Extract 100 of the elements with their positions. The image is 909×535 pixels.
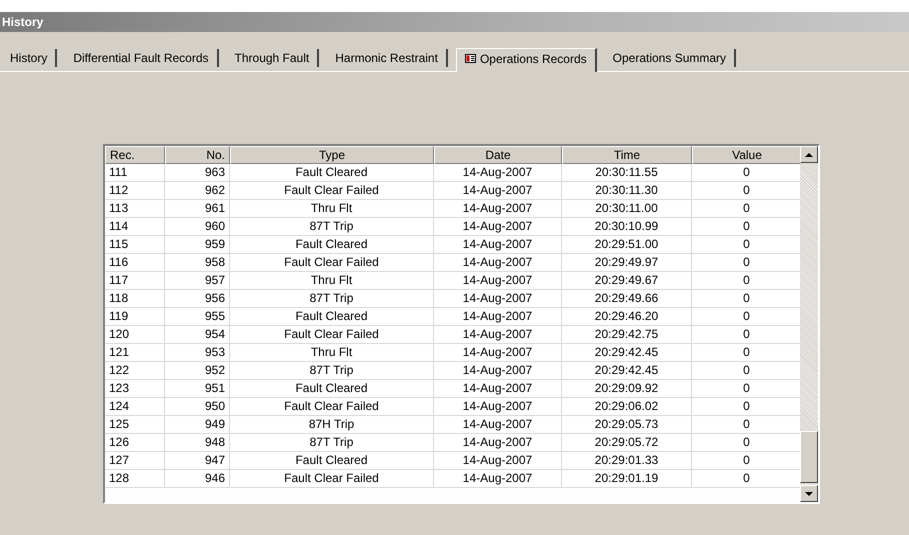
- table-cell: 14-Aug-2007: [434, 362, 562, 379]
- table-cell: 126: [105, 434, 165, 451]
- table-cell: 14-Aug-2007: [434, 290, 562, 307]
- table-cell: 20:30:11.00: [562, 200, 692, 217]
- table-cell: 128: [105, 470, 165, 487]
- table-cell: 87T Trip: [230, 362, 434, 379]
- table-cell: 14-Aug-2007: [434, 164, 562, 181]
- table-cell: 963: [165, 164, 230, 181]
- table-cell: 87H Trip: [230, 416, 434, 433]
- table-cell: Fault Cleared: [230, 452, 434, 469]
- table-cell: 946: [165, 470, 230, 487]
- table-cell: 955: [165, 308, 230, 325]
- table-cell: Fault Clear Failed: [230, 470, 434, 487]
- table-cell: 14-Aug-2007: [434, 452, 562, 469]
- table-cell: 114: [105, 218, 165, 235]
- table-cell: 120: [105, 326, 165, 343]
- table-cell: 20:29:42.75: [562, 326, 692, 343]
- scroll-down-button[interactable]: [800, 485, 818, 502]
- table-cell: 111: [105, 164, 165, 181]
- table-cell: 14-Aug-2007: [434, 398, 562, 415]
- table-cell: 950: [165, 398, 230, 415]
- table-cell: Fault Clear Failed: [230, 182, 434, 199]
- table-cell: Fault Clear Failed: [230, 254, 434, 271]
- table-cell: 953: [165, 344, 230, 361]
- table-cell: 20:29:46.20: [562, 308, 692, 325]
- column-header[interactable]: Value: [692, 146, 800, 164]
- column-header[interactable]: Time: [562, 146, 692, 164]
- table-cell: 947: [165, 452, 230, 469]
- table-cell: 20:29:49.67: [562, 272, 692, 289]
- scroll-thumb[interactable]: [800, 431, 818, 483]
- table-cell: 14-Aug-2007: [434, 272, 562, 289]
- table-cell: 87T Trip: [230, 218, 434, 235]
- table-cell: Fault Cleared: [230, 164, 434, 181]
- table-cell: 87T Trip: [230, 290, 434, 307]
- table-cell: 20:29:09.92: [562, 380, 692, 397]
- table-cell: 20:29:49.97: [562, 254, 692, 271]
- table-cell: 958: [165, 254, 230, 271]
- table-cell: Thru Flt: [230, 272, 434, 289]
- table-cell: Fault Clear Failed: [230, 326, 434, 343]
- table-cell: 121: [105, 344, 165, 361]
- tab[interactable]: History: [10, 49, 58, 67]
- table-cell: Thru Flt: [230, 200, 434, 217]
- table-cell: 20:29:05.72: [562, 434, 692, 451]
- table-cell: 119: [105, 308, 165, 325]
- table-cell: 14-Aug-2007: [434, 434, 562, 451]
- table-cell: 14-Aug-2007: [434, 200, 562, 217]
- table-cell: 954: [165, 326, 230, 343]
- table-cell: 961: [165, 200, 230, 217]
- table-cell: 115: [105, 236, 165, 253]
- tab[interactable]: Operations Summary: [604, 49, 736, 67]
- table-cell: Fault Cleared: [230, 380, 434, 397]
- table-cell: 87T Trip: [230, 434, 434, 451]
- table-cell: 20:29:51.00: [562, 236, 692, 253]
- table-cell: 125: [105, 416, 165, 433]
- table-icon: [464, 54, 476, 63]
- table-cell: 20:29:01.19: [562, 470, 692, 487]
- table-cell: 14-Aug-2007: [434, 218, 562, 235]
- scroll-bar[interactable]: [800, 146, 818, 502]
- table-cell: 948: [165, 434, 230, 451]
- table-cell: 14-Aug-2007: [434, 254, 562, 271]
- table-cell: 949: [165, 416, 230, 433]
- table-cell: Fault Cleared: [230, 308, 434, 325]
- table-cell: 122: [105, 362, 165, 379]
- table-cell: 20:29:06.02: [562, 398, 692, 415]
- tab[interactable]: Differential Fault Records: [65, 49, 219, 67]
- table-cell: 113: [105, 200, 165, 217]
- table-cell: 14-Aug-2007: [434, 380, 562, 397]
- table-cell: 962: [165, 182, 230, 199]
- column-header[interactable]: Type: [230, 146, 434, 164]
- table-cell: 20:30:11.30: [562, 182, 692, 199]
- table-cell: 20:29:42.45: [562, 362, 692, 379]
- table-cell: 957: [165, 272, 230, 289]
- tab[interactable]: Through Fault: [226, 49, 320, 67]
- table-cell: 123: [105, 380, 165, 397]
- tab[interactable]: Operations Records: [456, 48, 597, 72]
- table-cell: 127: [105, 452, 165, 469]
- scroll-up-button[interactable]: [800, 146, 818, 163]
- column-header[interactable]: No.: [165, 146, 230, 164]
- table-cell: 117: [105, 272, 165, 289]
- table-cell: Fault Cleared: [230, 236, 434, 253]
- table-cell: 14-Aug-2007: [434, 182, 562, 199]
- table-cell: 14-Aug-2007: [434, 236, 562, 253]
- tab[interactable]: Harmonic Restraint: [327, 49, 448, 67]
- table-cell: 952: [165, 362, 230, 379]
- table-cell: 20:29:49.66: [562, 290, 692, 307]
- table-cell: 20:29:01.33: [562, 452, 692, 469]
- table-cell: 951: [165, 380, 230, 397]
- column-header[interactable]: Rec.: [105, 146, 165, 164]
- column-header[interactable]: Date: [434, 146, 562, 164]
- table-cell: 20:30:11.55: [562, 164, 692, 181]
- table-cell: 956: [165, 290, 230, 307]
- table-cell: 124: [105, 398, 165, 415]
- table-cell: 14-Aug-2007: [434, 308, 562, 325]
- table-cell: 959: [165, 236, 230, 253]
- table-cell: 112: [105, 182, 165, 199]
- window-title: History: [1, 15, 44, 29]
- table-cell: 14-Aug-2007: [434, 470, 562, 487]
- table-cell: 20:29:42.45: [562, 344, 692, 361]
- table-cell: 960: [165, 218, 230, 235]
- table-cell: Thru Flt: [230, 344, 434, 361]
